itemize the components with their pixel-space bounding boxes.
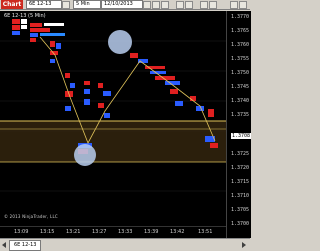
price-label: 1.3765	[231, 28, 250, 34]
footprint-bar-1[interactable]	[12, 19, 27, 35]
price-label: 1.3770	[231, 14, 250, 20]
marker-circle-bottom[interactable]	[74, 144, 96, 166]
price-label: 1.3715	[231, 179, 250, 185]
time-label: 13:51	[198, 229, 213, 235]
chart-footnote: © 2013 NinjaTrader, LLC	[4, 214, 58, 219]
price-label: 1.3750	[231, 70, 250, 76]
symbol-field[interactable]: 6E 12-13	[26, 0, 62, 9]
footprint-bar-2[interactable]	[30, 23, 65, 42]
time-label: 13:15	[40, 229, 55, 235]
zoom-out-icon[interactable]	[161, 1, 169, 9]
price-axis[interactable]: 1.3770 1.3765 1.3760 1.3755 1.3750 1.374…	[226, 11, 252, 238]
price-label: 1.3705	[231, 207, 250, 213]
current-price-marker: 1.3708	[231, 133, 252, 139]
crosshair-icon[interactable]	[143, 1, 151, 9]
price-label: 1.3735	[231, 112, 250, 118]
more-icon[interactable]	[239, 1, 247, 9]
price-label: 1.3710	[231, 193, 250, 199]
footprint-bar-8[interactable]	[155, 76, 183, 106]
chart-symbol-label: 6E 12-13 (5 Min)	[4, 13, 46, 19]
price-label: 1.3700	[231, 221, 250, 227]
price-label: 1.3720	[231, 165, 250, 171]
chart-window: Chart 6E 12-13 5 Min 12/10/2013 6E 12-13…	[0, 0, 252, 251]
toolbar: Chart 6E 12-13 5 Min 12/10/2013	[0, 0, 250, 10]
chart-plot[interactable]	[0, 11, 226, 226]
dropdown-arrow-icon[interactable]	[62, 1, 70, 9]
chart-tabbar: 6E 12-13	[0, 238, 250, 251]
chart-panel[interactable]: 6E 12-13 (5 Min) © 2013 NinjaTrader, LLC…	[0, 11, 252, 238]
gridlines	[0, 40, 226, 192]
price-label: 1.3755	[231, 56, 250, 62]
text-tool-icon[interactable]	[200, 1, 208, 9]
time-label: 13:39	[144, 229, 159, 235]
time-label: 13:42	[170, 229, 185, 235]
tab-prev-icon[interactable]	[2, 242, 6, 248]
time-label: 13:33	[118, 229, 133, 235]
zoom-in-icon[interactable]	[152, 1, 160, 9]
time-label: 13:09	[14, 229, 29, 235]
price-label: 1.3745	[231, 84, 250, 90]
tab-active-chart[interactable]: 6E 12-13	[9, 240, 42, 251]
footprint-bar-5[interactable]	[78, 81, 92, 154]
time-label: 13:27	[92, 229, 107, 235]
price-label: 1.3740	[231, 98, 250, 104]
interval-field[interactable]: 5 Min	[73, 0, 101, 9]
marker-circle-top[interactable]	[108, 30, 132, 54]
date-field[interactable]: 12/10/2013	[101, 0, 143, 9]
price-label: 1.3760	[231, 42, 250, 48]
footprint-bar-3[interactable]	[50, 41, 61, 63]
price-label: 1.3725	[231, 151, 250, 157]
draw-tool-icon[interactable]	[185, 1, 193, 9]
line-tool-icon[interactable]	[209, 1, 217, 9]
tab-next-icon[interactable]	[242, 242, 246, 248]
value-area-band	[0, 121, 226, 162]
time-label: 13:21	[66, 229, 81, 235]
scroll-right-icon[interactable]	[230, 1, 238, 9]
chart-menu-button[interactable]: Chart	[1, 0, 23, 9]
properties-icon[interactable]	[176, 1, 184, 9]
